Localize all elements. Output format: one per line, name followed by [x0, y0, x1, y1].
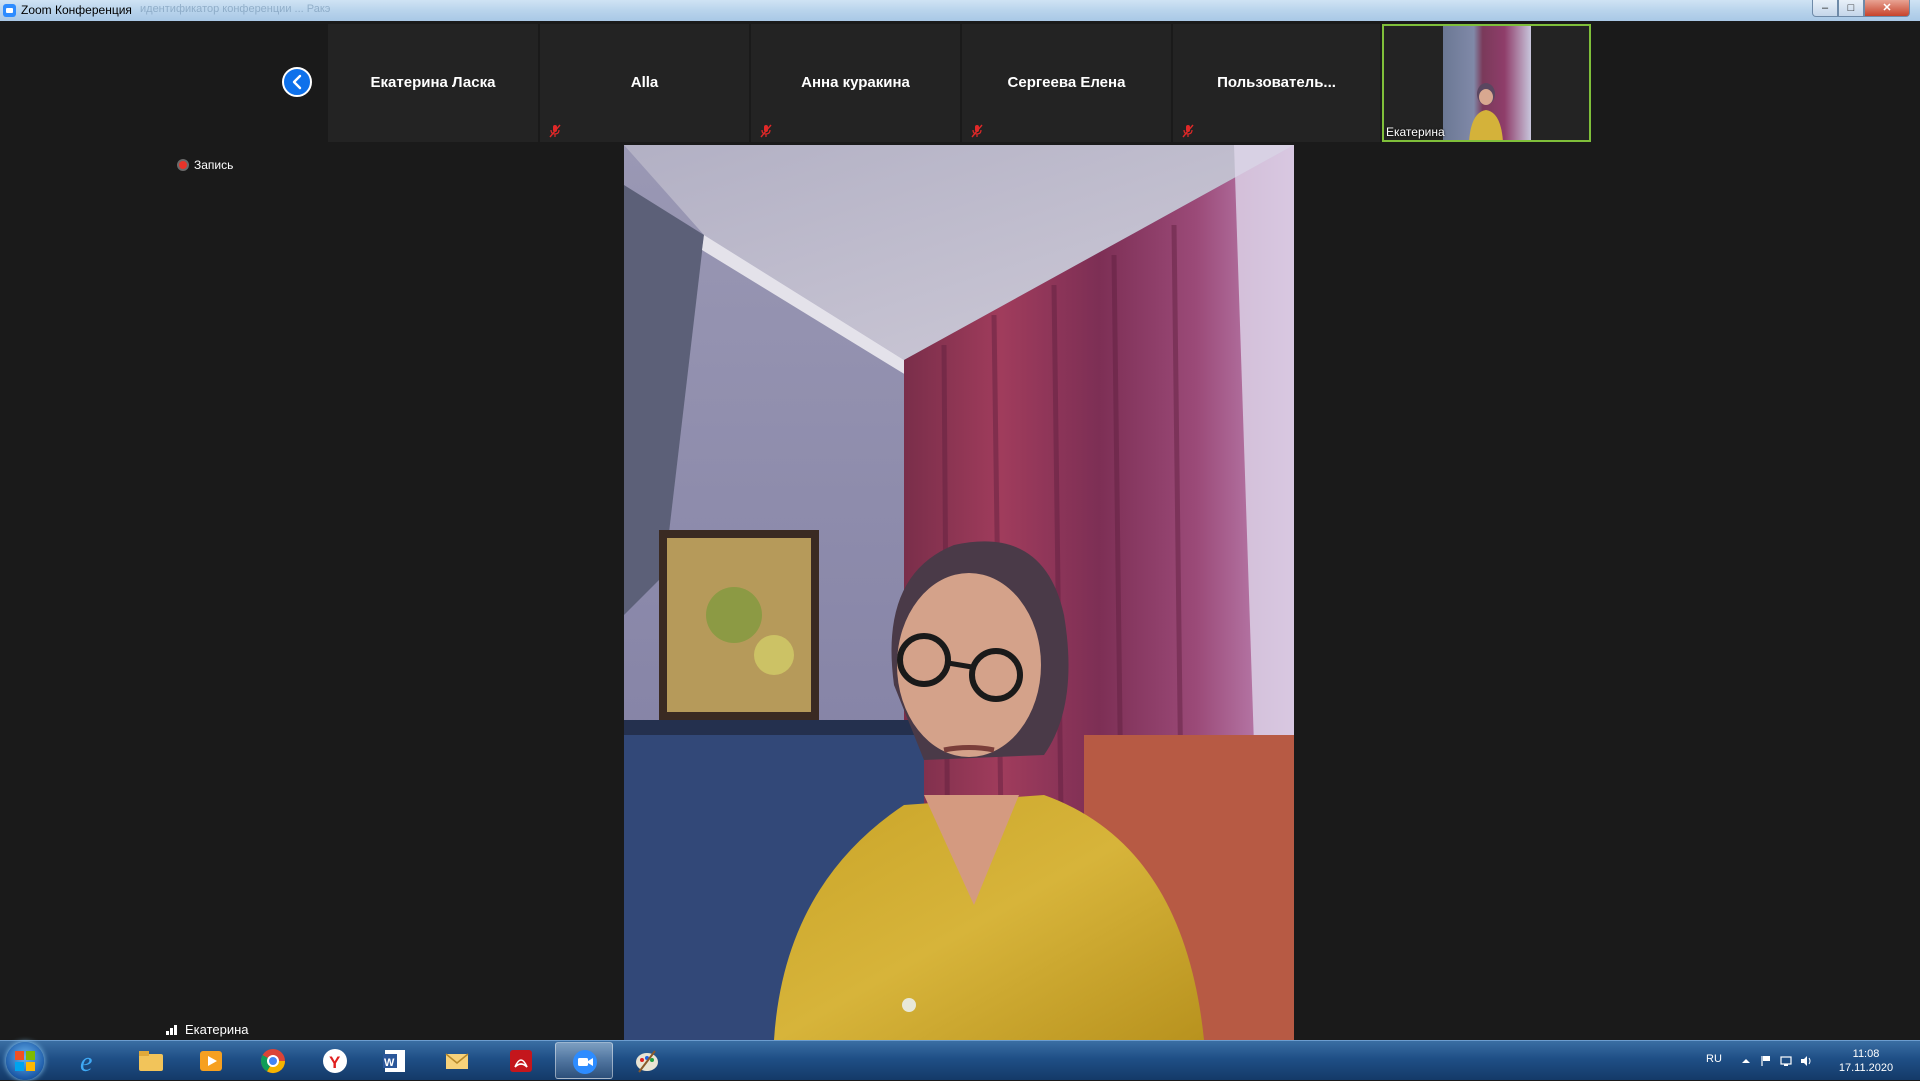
record-dot-icon	[177, 159, 189, 171]
minimize-button[interactable]: –	[1812, 0, 1838, 17]
participant-name: Alla	[630, 74, 659, 91]
window-title-ghost-text: идентификатор конференции ... Ракэ	[140, 3, 331, 15]
taskbar-acrobat-reader[interactable]	[492, 1042, 550, 1079]
taskbar-clock[interactable]: 11:08 17.11.2020	[1830, 1047, 1902, 1075]
svg-text:Y: Y	[329, 1053, 341, 1072]
internet-explorer-icon: e	[80, 1047, 92, 1075]
window-title-bar: Zoom Конференция идентификатор конференц…	[0, 0, 1920, 21]
system-tray: RU 11:08 17.11.2020	[1700, 1041, 1920, 1081]
zoom-app-icon	[3, 4, 16, 17]
show-hidden-icons-icon[interactable]	[1740, 1055, 1752, 1067]
participant-tile[interactable]: Alla	[540, 24, 749, 142]
self-video-thumbnail	[1443, 26, 1531, 140]
recording-indicator[interactable]: Запись	[177, 158, 233, 172]
video-frame	[624, 145, 1294, 1040]
mail-icon	[445, 1053, 469, 1069]
muted-mic-icon	[760, 124, 772, 138]
taskbar-zoom[interactable]	[555, 1042, 613, 1079]
zoom-icon	[573, 1050, 597, 1074]
close-button[interactable]: ✕	[1864, 0, 1910, 17]
active-speaker-name: Екатерина	[185, 1022, 249, 1037]
participant-name: Сергеева Елена	[1007, 74, 1126, 91]
maximize-button[interactable]: □	[1838, 0, 1864, 17]
participant-tile[interactable]: Екатерина Ласка	[328, 24, 538, 142]
acrobat-icon	[510, 1050, 532, 1072]
media-player-icon	[200, 1051, 222, 1071]
taskbar-internet-explorer[interactable]: e	[62, 1042, 120, 1079]
self-video-label: Екатерина	[1386, 125, 1445, 139]
muted-mic-icon	[1182, 124, 1194, 138]
taskbar-paint[interactable]	[618, 1042, 676, 1079]
folder-icon	[139, 1051, 163, 1071]
windows-logo-icon	[15, 1051, 35, 1071]
flag-icon[interactable]	[1760, 1055, 1772, 1067]
chevron-left-icon	[292, 74, 302, 90]
person-silhouette	[1469, 83, 1503, 140]
active-speaker-label: Екатерина	[166, 1022, 249, 1037]
participant-name: Анна куракина	[801, 74, 910, 91]
participant-tile[interactable]: Анна куракина	[751, 24, 960, 142]
muted-mic-icon	[971, 124, 983, 138]
svg-text:e: e	[80, 1047, 92, 1075]
strip-previous-button[interactable]	[282, 67, 312, 97]
network-icon[interactable]	[1780, 1055, 1792, 1067]
main-speaker-video	[624, 145, 1294, 1040]
language-indicator[interactable]: RU	[1706, 1053, 1722, 1065]
signal-bars-icon	[166, 1025, 177, 1035]
muted-mic-icon	[549, 124, 561, 138]
taskbar-chrome[interactable]	[244, 1042, 302, 1079]
windows-taskbar: e Y W RU 11:08 17.11.2020	[0, 1040, 1920, 1080]
participant-name: Пользователь...	[1217, 74, 1336, 91]
participant-tile[interactable]: Пользователь...	[1173, 24, 1380, 142]
word-icon: W	[383, 1050, 405, 1072]
recording-label: Запись	[194, 158, 234, 172]
svg-text:W: W	[384, 1057, 395, 1069]
yandex-icon: Y	[323, 1049, 347, 1073]
clock-time: 11:08	[1852, 1048, 1880, 1060]
clock-date: 17.11.2020	[1838, 1062, 1894, 1074]
chrome-icon	[260, 1049, 285, 1074]
taskbar-yandex-browser[interactable]: Y	[306, 1042, 364, 1079]
taskbar-outlook[interactable]	[428, 1042, 486, 1079]
window-title: Zoom Конференция	[21, 3, 132, 17]
taskbar-word[interactable]: W	[366, 1042, 424, 1079]
start-button[interactable]	[6, 1042, 44, 1080]
participant-tile[interactable]: Сергеева Елена	[962, 24, 1171, 142]
paint-icon	[636, 1050, 658, 1073]
participant-name: Екатерина Ласка	[370, 74, 496, 91]
taskbar-media-player[interactable]	[182, 1042, 240, 1079]
taskbar-file-explorer[interactable]	[122, 1042, 180, 1079]
self-video-tile[interactable]: Екатерина	[1382, 24, 1591, 142]
volume-icon[interactable]	[1800, 1055, 1812, 1067]
